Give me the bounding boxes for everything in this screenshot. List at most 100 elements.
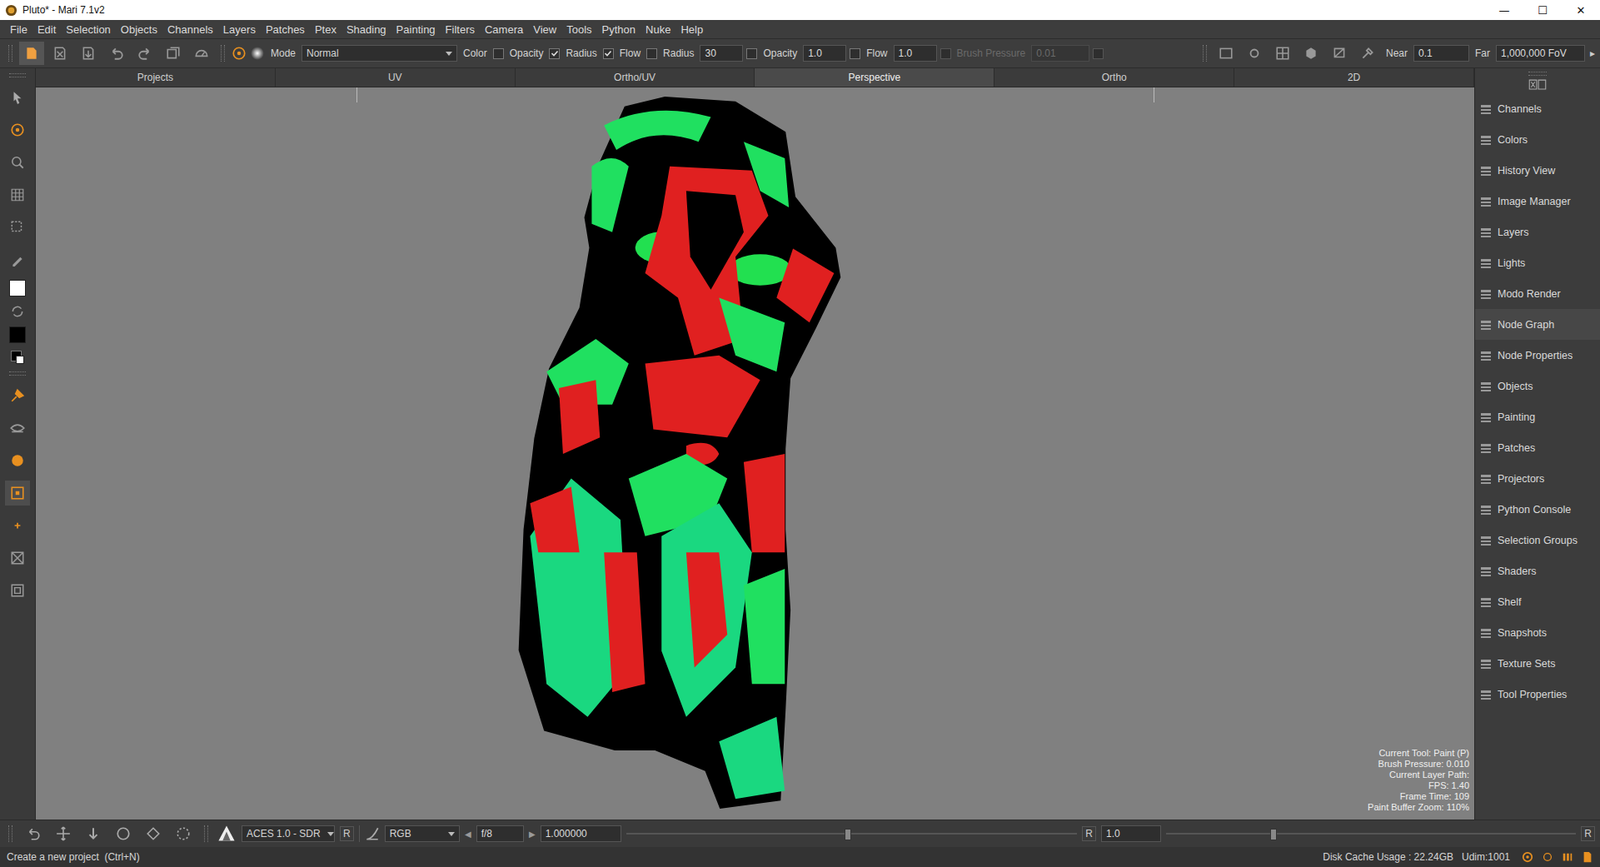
window-control-button[interactable]: ✕ [1561, 0, 1600, 20]
background-color-swatch[interactable] [9, 326, 26, 344]
menu-item[interactable]: Nuke [640, 23, 676, 36]
pressure-checkbox[interactable] [493, 48, 504, 60]
menu-item[interactable]: Selection [60, 23, 115, 36]
tool-button[interactable] [4, 117, 30, 143]
window-control-button[interactable]: ☐ [1523, 0, 1562, 20]
colorspace-reset-button[interactable]: R [339, 826, 354, 842]
bars-status-icon[interactable] [1561, 851, 1574, 863]
value-field[interactable]: 30 [699, 44, 743, 62]
view-tab[interactable]: Projects [35, 68, 276, 87]
palette-item[interactable]: History View [1475, 154, 1600, 186]
camera-button[interactable] [80, 822, 106, 846]
camera-button[interactable] [170, 822, 196, 846]
palette-item[interactable]: Shelf [1475, 586, 1600, 618]
tool-button[interactable] [4, 214, 30, 240]
view-tab[interactable]: Perspective [754, 68, 995, 87]
view-tab[interactable]: UV [275, 68, 516, 87]
foreground-color-swatch[interactable] [9, 279, 26, 297]
menu-item[interactable]: Edit [32, 23, 61, 36]
value-field[interactable]: 0.01 [1031, 44, 1090, 62]
palette-item[interactable]: Snapshots [1475, 617, 1600, 648]
gain-reset-button[interactable]: R [1081, 826, 1097, 842]
menu-item[interactable]: Painting [391, 23, 441, 36]
palette-item[interactable]: Objects [1475, 370, 1600, 402]
grip-icon[interactable] [9, 371, 26, 376]
menu-item[interactable]: Patches [260, 23, 310, 36]
grip-icon[interactable] [220, 44, 225, 62]
tool-button[interactable] [75, 41, 101, 65]
colorspace-dropdown[interactable]: ACES 1.0 - SDR [241, 825, 335, 843]
palette-item[interactable]: Lights [1475, 247, 1600, 279]
menu-item[interactable]: File [4, 23, 33, 36]
exposure-field[interactable]: 1.000000 [540, 825, 622, 843]
grip-icon[interactable] [8, 825, 13, 843]
palette-item[interactable]: Painting [1475, 401, 1600, 433]
tool-button[interactable] [4, 578, 30, 604]
tool-button[interactable] [4, 415, 30, 441]
tool-button[interactable] [4, 84, 30, 110]
camera-button[interactable] [20, 822, 46, 846]
grip-icon[interactable] [1202, 44, 1207, 62]
tiki-model[interactable] [511, 92, 845, 816]
doc-status-icon[interactable] [1581, 851, 1594, 863]
palette-item[interactable]: Selection Groups [1475, 524, 1600, 556]
fstop-prev-button[interactable]: ◀ [464, 829, 472, 839]
render-status-icon[interactable] [1521, 851, 1534, 863]
view-tab[interactable]: Ortho/UV [515, 68, 756, 87]
fstop-next-button[interactable]: ▶ [528, 829, 536, 839]
tool-button[interactable] [4, 513, 30, 539]
view-button[interactable] [1270, 41, 1296, 65]
view-tab[interactable]: Ortho [994, 68, 1235, 87]
value-field[interactable]: 1.0 [802, 44, 847, 62]
channel-dropdown[interactable]: RGB [384, 825, 460, 843]
tool-button[interactable] [4, 448, 30, 474]
menu-item[interactable]: Tools [561, 23, 597, 36]
field-checkbox[interactable] [746, 48, 758, 60]
gain-slider[interactable] [1166, 827, 1576, 841]
menu-item[interactable]: Python [597, 23, 641, 36]
palette-item[interactable]: Colors [1475, 124, 1600, 155]
menu-item[interactable]: Help [675, 23, 708, 36]
field-checkbox[interactable] [849, 48, 861, 60]
palette-item[interactable]: Image Manager [1475, 185, 1600, 217]
menu-item[interactable]: View [528, 23, 562, 36]
palette-item[interactable]: Texture Sets [1475, 647, 1600, 679]
palette-item[interactable]: Tool Properties [1475, 678, 1600, 710]
lut-icon[interactable] [216, 823, 237, 844]
view-tab[interactable]: 2D [1234, 68, 1475, 87]
reset-colors-icon[interactable] [10, 350, 25, 364]
reset-button[interactable]: R [1580, 826, 1596, 842]
palette-item[interactable]: Channels [1475, 93, 1600, 125]
palette-item[interactable]: Node Graph [1475, 309, 1600, 340]
palette-item[interactable]: Node Properties [1475, 339, 1600, 371]
exposure-slider[interactable] [626, 827, 1078, 841]
window-control-button[interactable]: — [1485, 0, 1524, 20]
camera-button[interactable] [140, 822, 166, 846]
field-checkbox[interactable] [940, 48, 952, 60]
tool-button[interactable] [4, 149, 30, 175]
menu-item[interactable]: Layers [218, 23, 261, 36]
tool-button[interactable] [104, 41, 130, 65]
pressure-checkbox[interactable] [548, 48, 560, 60]
menu-item[interactable]: Ptex [309, 23, 342, 36]
soft-brush-icon[interactable] [249, 45, 265, 61]
tool-button[interactable] [4, 383, 30, 409]
paint-tool-button[interactable] [19, 41, 45, 65]
menu-item[interactable]: Shading [341, 23, 392, 36]
value-field[interactable]: 1.0 [893, 44, 938, 62]
view-button[interactable] [1355, 41, 1381, 65]
grip-icon[interactable] [8, 44, 13, 62]
viewport-3d[interactable]: Current Tool: Paint (P)Brush Pressure: 0… [35, 87, 1475, 820]
near-field[interactable]: 0.1 [1413, 44, 1470, 62]
grip-icon[interactable] [204, 825, 209, 843]
camera-button[interactable] [110, 822, 136, 846]
palette-item[interactable]: Modo Render [1475, 278, 1600, 310]
tool-button[interactable] [4, 480, 30, 506]
far-field[interactable]: 1,000,000 FoV [1495, 44, 1586, 62]
tool-button[interactable] [4, 545, 30, 571]
menu-item[interactable]: Channels [162, 23, 219, 36]
gain-field[interactable]: 1.0 [1101, 825, 1162, 843]
palette-item[interactable]: Patches [1475, 432, 1600, 464]
slider-knob[interactable] [844, 828, 852, 841]
view-button[interactable] [1241, 41, 1267, 65]
